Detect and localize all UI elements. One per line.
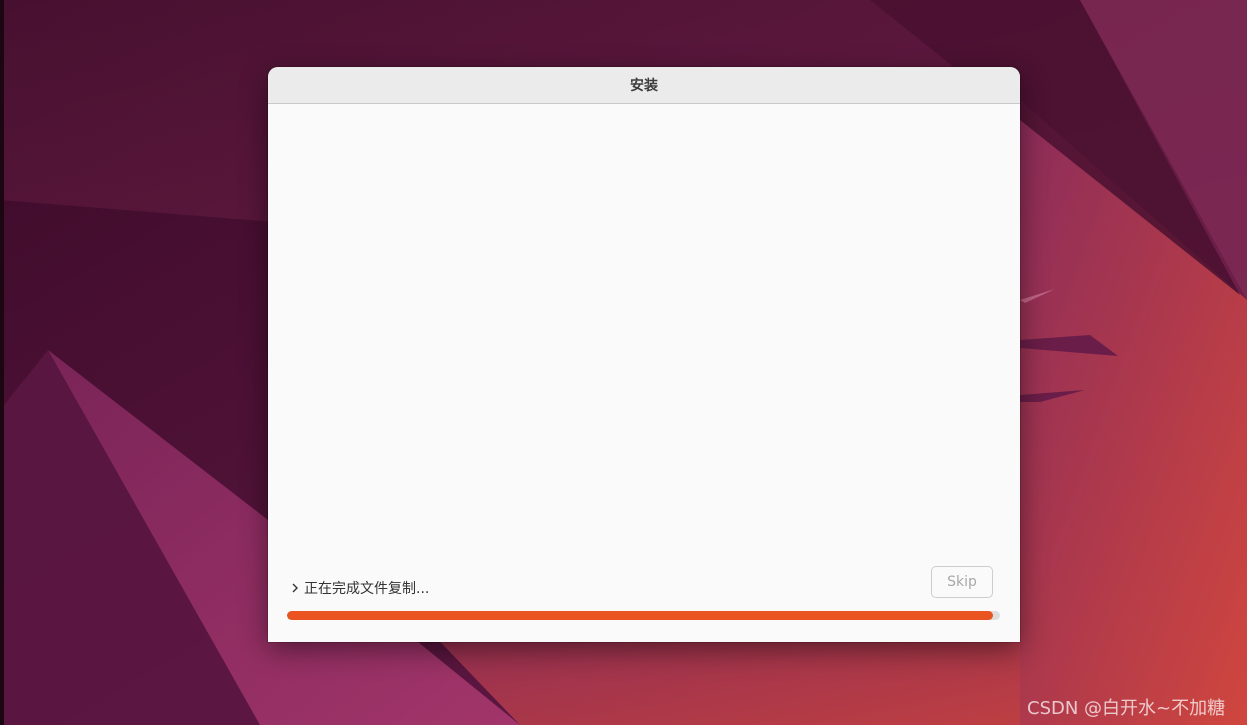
installer-window: 安装 正在完成文件复制... Skip: [268, 67, 1020, 642]
status-text: 正在完成文件复制...: [304, 581, 430, 597]
skip-button[interactable]: Skip: [931, 566, 993, 598]
window-content: 正在完成文件复制... Skip: [268, 104, 1020, 642]
window-title: 安装: [630, 78, 658, 94]
progress-fill: [287, 611, 993, 620]
desktop: 安装 正在完成文件复制... Skip CSDN @白开水~不加糖: [0, 0, 1247, 725]
watermark: CSDN @白开水~不加糖: [1027, 698, 1226, 719]
progress-bar: [287, 611, 1000, 620]
window-titlebar[interactable]: 安装: [268, 67, 1020, 104]
chevron-right-icon: [292, 583, 298, 593]
status-expander[interactable]: 正在完成文件复制...: [290, 578, 429, 598]
